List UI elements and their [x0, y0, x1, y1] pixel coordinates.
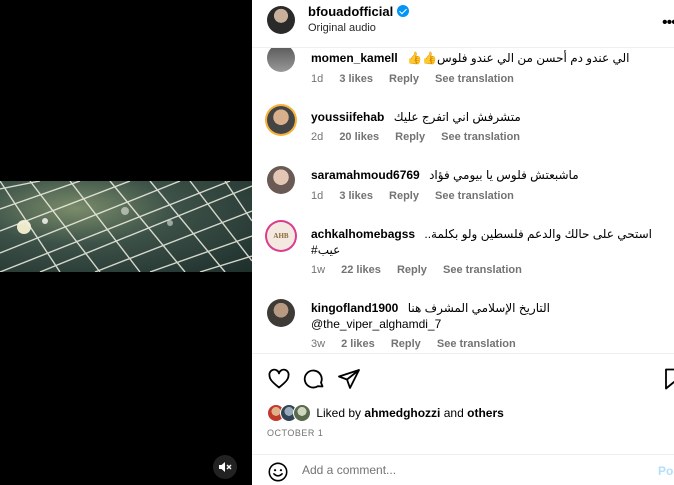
reply-button[interactable]: Reply	[395, 131, 425, 143]
commenter-avatar[interactable]	[267, 299, 295, 327]
comment-username[interactable]: kingofland1900	[311, 301, 398, 315]
reply-button[interactable]: Reply	[397, 264, 427, 276]
comment-text: achkalhomebagss استحي على حالك والدعم فل…	[311, 227, 652, 241]
audio-label[interactable]: Original audio	[308, 22, 376, 34]
video-player[interactable]	[0, 0, 252, 485]
post-details-panel: bfouadofficial Original audio ••• momen_…	[252, 0, 674, 485]
comment-age[interactable]: 2d	[311, 131, 323, 143]
comment-likes[interactable]: 2 likes	[341, 338, 375, 350]
video-frame[interactable]	[0, 181, 252, 272]
comment-likes[interactable]: 22 likes	[341, 264, 381, 276]
comment-body: ماشبعتش فلوس يا بيومي فؤاد	[429, 168, 579, 182]
brand-logo-icon: AHB	[273, 232, 289, 240]
comment-age[interactable]: 1d	[311, 190, 323, 202]
comment-text: kingofland1900 التاريخ الإسلامي المشرف ه…	[311, 301, 550, 315]
see-translation-button[interactable]: See translation	[437, 338, 516, 350]
comment-hashtag[interactable]: #عيب	[311, 243, 340, 257]
liker-avatar	[293, 404, 311, 422]
likes-others-link[interactable]: others	[467, 406, 504, 420]
comment-input[interactable]	[302, 463, 642, 477]
see-translation-button[interactable]: See translation	[443, 264, 522, 276]
author-avatar[interactable]	[267, 6, 295, 34]
comment-mention[interactable]: @the_viper_alghamdi_7	[311, 317, 441, 331]
comment-age[interactable]: 3w	[311, 338, 325, 350]
emoji-icon[interactable]	[267, 461, 289, 485]
share-icon[interactable]	[337, 367, 361, 391]
comment-likes[interactable]: 20 likes	[339, 131, 379, 143]
add-comment-bar: Po	[252, 454, 674, 485]
author-username[interactable]: bfouadofficial	[308, 4, 410, 19]
verified-badge-icon	[397, 5, 410, 17]
comment-age[interactable]: 1w	[311, 264, 325, 276]
comment-body: التاريخ الإسلامي المشرف هنا	[407, 301, 550, 315]
post-comment-button[interactable]: Po	[658, 464, 673, 478]
comment-body: الي عندو دم أحسن من الي عندو فلوس👍👍	[407, 51, 630, 65]
post-header: bfouadofficial Original audio •••	[252, 0, 674, 48]
comment-username[interactable]: youssiifehab	[311, 110, 384, 124]
comment-text: momen_kamell الي عندو دم أحسن من الي عند…	[311, 51, 630, 65]
reply-button[interactable]: Reply	[389, 190, 419, 202]
comment-meta: 1d 3 likes Reply See translation	[311, 190, 527, 202]
post-date[interactable]: OCTOBER 1	[267, 428, 323, 438]
post-actions: Liked by ahmedghozzi and others OCTOBER …	[252, 353, 674, 485]
comment-body: استحي على حالك والدعم فلسطين ولو بكلمة..	[424, 227, 653, 241]
see-translation-button[interactable]: See translation	[441, 131, 520, 143]
comment-likes[interactable]: 3 likes	[339, 73, 373, 85]
comment-likes[interactable]: 3 likes	[339, 190, 373, 202]
comment-meta: 2d 20 likes Reply See translation	[311, 131, 533, 143]
reply-button[interactable]: Reply	[391, 338, 421, 350]
comment-icon[interactable]	[302, 367, 326, 391]
bookmark-icon[interactable]	[662, 367, 674, 391]
comment-username[interactable]: achkalhomebagss	[311, 227, 415, 241]
more-options-icon[interactable]: •••	[662, 14, 674, 32]
comment-meta: 1w 22 likes Reply See translation	[311, 264, 535, 276]
comment-username[interactable]: saramahmoud6769	[311, 168, 420, 182]
see-translation-button[interactable]: See translation	[435, 73, 514, 85]
see-translation-button[interactable]: See translation	[435, 190, 514, 202]
comment-username[interactable]: momen_kamell	[311, 51, 398, 65]
liker-username[interactable]: ahmedghozzi	[364, 406, 440, 420]
comment-age[interactable]: 1d	[311, 73, 323, 85]
comment-text: saramahmoud6769 ماشبعتش فلوس يا بيومي فؤ…	[311, 168, 579, 182]
liked-by-joiner: and	[443, 406, 464, 420]
comment-meta: 1d 3 likes Reply See translation	[311, 73, 527, 85]
likes-summary: Liked by ahmedghozzi and others	[267, 404, 504, 424]
comment-text: youssiifehab متشرفش اني اتفرج عليك	[311, 110, 521, 124]
comment-body: متشرفش اني اتفرج عليك	[393, 110, 521, 124]
liker-avatars[interactable]	[267, 404, 313, 422]
commenter-avatar[interactable]	[267, 106, 295, 134]
commenter-avatar[interactable]: AHB	[267, 222, 295, 250]
author-username-text[interactable]: bfouadofficial	[308, 4, 393, 19]
commenter-avatar[interactable]	[267, 166, 295, 194]
reply-button[interactable]: Reply	[389, 73, 419, 85]
liked-by-prefix: Liked by	[316, 406, 362, 420]
comments-list[interactable]: momen_kamell الي عندو دم أحسن من الي عند…	[252, 48, 674, 353]
comment-meta: 3w 2 likes Reply See translation	[311, 338, 529, 350]
mute-icon[interactable]	[213, 455, 237, 479]
heart-icon[interactable]	[267, 367, 291, 391]
commenter-avatar[interactable]	[267, 48, 295, 72]
